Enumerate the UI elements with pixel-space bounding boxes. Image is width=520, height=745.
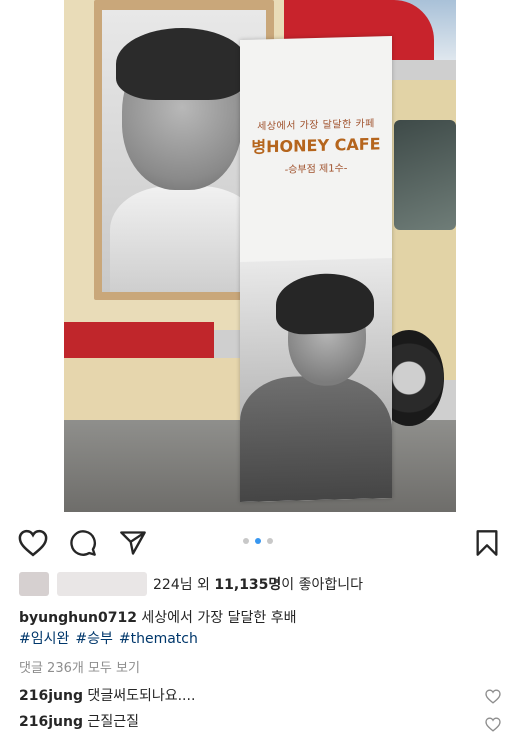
- hashtag[interactable]: #승부: [75, 631, 113, 647]
- caption-text: 세상에서 가장 달달한 후배: [136, 610, 297, 626]
- heart-icon[interactable]: [485, 689, 501, 708]
- banner-title: 병HONEY CAFE: [251, 134, 381, 157]
- carousel-dot: [267, 538, 273, 544]
- carousel-dot-active: [255, 538, 261, 544]
- likes-prefix: 224님: [153, 577, 193, 593]
- comment-username[interactable]: 216jung: [19, 714, 83, 730]
- caption-username[interactable]: byunghun0712: [19, 610, 137, 626]
- comment: 216jung 댓글써도되나요....: [19, 686, 195, 706]
- post-photo[interactable]: 세상에서 가장 달달한 카페 병HONEY CAFE -승부점 제1수-: [64, 0, 456, 512]
- heart-icon[interactable]: [18, 529, 48, 557]
- avatar[interactable]: [19, 572, 49, 596]
- likes-text[interactable]: 224님 외 11,135명이 좋아합니다: [153, 574, 363, 594]
- comment-text: 댓글써도되나요....: [82, 688, 196, 704]
- hashtag[interactable]: #임시완: [19, 631, 69, 647]
- likes-middle: 외: [192, 577, 215, 593]
- comment-icon[interactable]: [69, 529, 97, 557]
- caption: byunghun0712 세상에서 가장 달달한 후배: [19, 608, 296, 628]
- hashtags: #임시완 #승부 #thematch: [19, 629, 204, 649]
- share-icon[interactable]: [119, 530, 147, 556]
- banner-branch: -승부점 제1수-: [284, 163, 348, 176]
- likes-count: 11,135명: [214, 577, 282, 593]
- portrait-shirt: [110, 186, 260, 292]
- comment-username[interactable]: 216jung: [19, 688, 83, 704]
- likes-row: 224님 외 11,135명이 좋아합니다: [19, 571, 363, 597]
- comment: 216jung 근질근질: [19, 712, 139, 732]
- blurred-liker-names: [57, 572, 147, 596]
- comment-text: 근질근질: [82, 714, 139, 730]
- likes-suffix: 이 좋아합니다: [281, 577, 364, 593]
- truck-window: [394, 120, 456, 230]
- banner-photo-body: [240, 374, 392, 502]
- cafe-banner: 세상에서 가장 달달한 카페 병HONEY CAFE -승부점 제1수-: [240, 36, 392, 502]
- hashtag[interactable]: #thematch: [119, 631, 198, 647]
- banner-photo: [240, 258, 392, 502]
- banner-photo-hair: [276, 272, 374, 336]
- carousel-dot: [243, 538, 249, 544]
- carousel-indicator: [243, 538, 273, 544]
- heart-icon[interactable]: [485, 717, 501, 736]
- portrait-hair: [116, 28, 248, 100]
- view-all-comments-link[interactable]: 댓글 236개 모두 보기: [19, 657, 140, 676]
- bookmark-icon[interactable]: [475, 529, 499, 557]
